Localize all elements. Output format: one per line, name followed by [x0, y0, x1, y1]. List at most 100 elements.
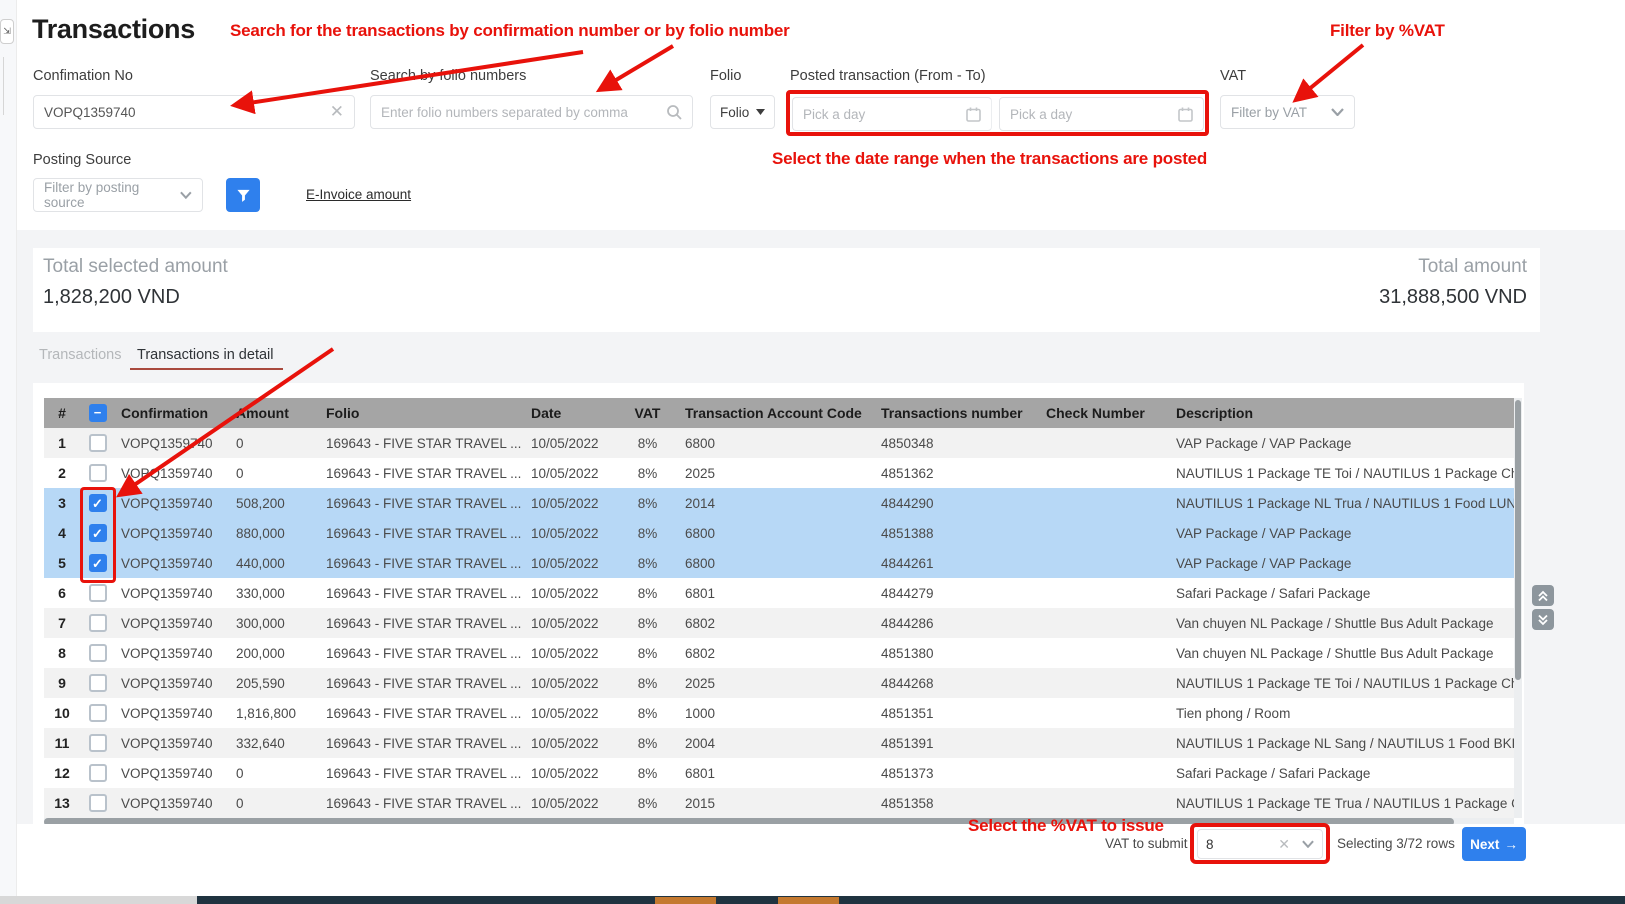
scroll-to-top-button[interactable]	[1532, 585, 1554, 606]
date-to-input[interactable]	[1010, 107, 1178, 122]
cell-folio: 169643 - FIVE STAR TRAVEL ...	[320, 526, 525, 541]
annotation-date-range-hint: Select the date range when the transacti…	[772, 149, 1207, 169]
confirmation-input[interactable]	[44, 105, 330, 120]
table-row[interactable]: 12 VOPQ1359740 0 169643 - FIVE STAR TRAV…	[44, 758, 1514, 788]
row-checkbox[interactable]	[89, 614, 107, 632]
cell-confirmation: VOPQ1359740	[115, 646, 230, 661]
table-row[interactable]: 4 VOPQ1359740 880,000 169643 - FIVE STAR…	[44, 518, 1514, 548]
selecting-rows-text: Selecting 3/72 rows	[1337, 836, 1455, 851]
row-checkbox[interactable]	[89, 644, 107, 662]
vat-filter-dropdown[interactable]: Filter by VAT	[1220, 95, 1355, 129]
row-checkbox[interactable]	[89, 584, 107, 602]
row-checkbox[interactable]	[89, 674, 107, 692]
apply-filter-button[interactable]	[226, 178, 260, 212]
cell-index: 13	[44, 795, 80, 811]
cell-confirmation: VOPQ1359740	[115, 436, 230, 451]
table-row[interactable]: 8 VOPQ1359740 200,000 169643 - FIVE STAR…	[44, 638, 1514, 668]
cell-amount: 1,816,800	[230, 706, 320, 721]
next-button-label: Next	[1470, 837, 1499, 852]
table-body: 1 VOPQ1359740 0 169643 - FIVE STAR TRAVE…	[44, 428, 1514, 818]
cell-folio: 169643 - FIVE STAR TRAVEL ...	[320, 496, 525, 511]
column-header-date: Date	[525, 405, 620, 421]
cell-date: 10/05/2022	[525, 676, 620, 691]
cell-txn-number: 4851388	[875, 526, 1040, 541]
cell-index: 12	[44, 765, 80, 781]
annotation-search-hint: Search for the transactions by confirmat…	[230, 21, 790, 41]
clear-icon[interactable]: ✕	[330, 102, 344, 122]
cell-amount: 0	[230, 766, 320, 781]
cell-txn-number: 4850348	[875, 436, 1040, 451]
table-row[interactable]: 6 VOPQ1359740 330,000 169643 - FIVE STAR…	[44, 578, 1514, 608]
folio-search-input[interactable]	[381, 105, 666, 120]
posting-source-label: Posting Source	[33, 152, 131, 168]
double-chevron-down-icon	[1537, 614, 1549, 626]
table-row[interactable]: 5 VOPQ1359740 440,000 169643 - FIVE STAR…	[44, 548, 1514, 578]
cell-checkbox	[80, 794, 115, 812]
table-row[interactable]: 2 VOPQ1359740 0 169643 - FIVE STAR TRAVE…	[44, 458, 1514, 488]
cell-vat: 8%	[620, 766, 675, 781]
cell-index: 1	[44, 435, 80, 451]
collapse-panel-icon[interactable]: ⇲	[0, 19, 14, 44]
table-row[interactable]: 13 VOPQ1359740 0 169643 - FIVE STAR TRAV…	[44, 788, 1514, 818]
cell-folio: 169643 - FIVE STAR TRAVEL ...	[320, 706, 525, 721]
chevron-down-icon	[180, 191, 192, 199]
cell-amount: 440,000	[230, 556, 320, 571]
row-checkbox[interactable]	[89, 764, 107, 782]
cell-description: Safari Package / Safari Package	[1170, 766, 1514, 781]
cell-folio: 169643 - FIVE STAR TRAVEL ...	[320, 436, 525, 451]
tab-transactions-in-detail[interactable]: Transactions in detail	[137, 347, 273, 363]
tab-transactions[interactable]: Transactions	[39, 347, 121, 363]
table-row[interactable]: 7 VOPQ1359740 300,000 169643 - FIVE STAR…	[44, 608, 1514, 638]
search-icon	[666, 104, 682, 120]
scroll-to-bottom-button[interactable]	[1532, 609, 1554, 630]
vat-to-submit-dropdown[interactable]: 8 ✕	[1197, 829, 1323, 859]
total-selected-label: Total selected amount	[43, 256, 228, 278]
cell-description: NAUTILUS 1 Package NL Trua / NAUTILUS 1 …	[1170, 496, 1514, 511]
cell-confirmation: VOPQ1359740	[115, 496, 230, 511]
cell-checkbox	[80, 524, 115, 542]
row-checkbox[interactable]	[89, 734, 107, 752]
cell-index: 4	[44, 525, 80, 541]
cell-date: 10/05/2022	[525, 496, 620, 511]
row-checkbox[interactable]	[89, 434, 107, 452]
cell-confirmation: VOPQ1359740	[115, 526, 230, 541]
cell-account-code: 2015	[675, 796, 875, 811]
cell-checkbox	[80, 614, 115, 632]
cell-txn-number: 4844286	[875, 616, 1040, 631]
column-header-amount: Amount	[230, 405, 320, 421]
total-amount-value: 31,888,500 VND	[1379, 286, 1527, 309]
row-checkbox[interactable]	[89, 524, 107, 542]
row-checkbox[interactable]	[89, 554, 107, 572]
cell-checkbox	[80, 434, 115, 452]
cell-index: 7	[44, 615, 80, 631]
einvoice-amount-link[interactable]: E-Invoice amount	[306, 187, 411, 202]
select-all-checkbox[interactable]	[89, 404, 107, 422]
folio-dropdown[interactable]: Folio	[710, 95, 775, 129]
cell-txn-number: 4851351	[875, 706, 1040, 721]
column-header-description: Description	[1170, 405, 1514, 421]
cell-checkbox	[80, 704, 115, 722]
summary-card: Total selected amount 1,828,200 VND Tota…	[33, 248, 1540, 332]
table-row[interactable]: 11 VOPQ1359740 332,640 169643 - FIVE STA…	[44, 728, 1514, 758]
row-checkbox[interactable]	[89, 794, 107, 812]
cell-txn-number: 4844279	[875, 586, 1040, 601]
cell-vat: 8%	[620, 646, 675, 661]
date-from-input[interactable]	[803, 107, 966, 122]
clear-icon[interactable]: ✕	[1278, 836, 1290, 853]
table-row[interactable]: 9 VOPQ1359740 205,590 169643 - FIVE STAR…	[44, 668, 1514, 698]
row-checkbox[interactable]	[89, 464, 107, 482]
table-vertical-scrollbar-thumb[interactable]	[1515, 400, 1521, 680]
table-row[interactable]: 3 VOPQ1359740 508,200 169643 - FIVE STAR…	[44, 488, 1514, 518]
cell-amount: 508,200	[230, 496, 320, 511]
posting-source-dropdown[interactable]: Filter by posting source	[33, 178, 203, 212]
next-button[interactable]: Next →	[1462, 827, 1526, 861]
row-checkbox[interactable]	[89, 704, 107, 722]
table-row[interactable]: 1 VOPQ1359740 0 169643 - FIVE STAR TRAVE…	[44, 428, 1514, 458]
cell-description: VAP Package / VAP Package	[1170, 526, 1514, 541]
total-amount-label: Total amount	[1379, 256, 1527, 278]
cell-folio: 169643 - FIVE STAR TRAVEL ...	[320, 736, 525, 751]
cell-date: 10/05/2022	[525, 526, 620, 541]
table-row[interactable]: 10 VOPQ1359740 1,816,800 169643 - FIVE S…	[44, 698, 1514, 728]
cell-date: 10/05/2022	[525, 616, 620, 631]
row-checkbox[interactable]	[89, 494, 107, 512]
